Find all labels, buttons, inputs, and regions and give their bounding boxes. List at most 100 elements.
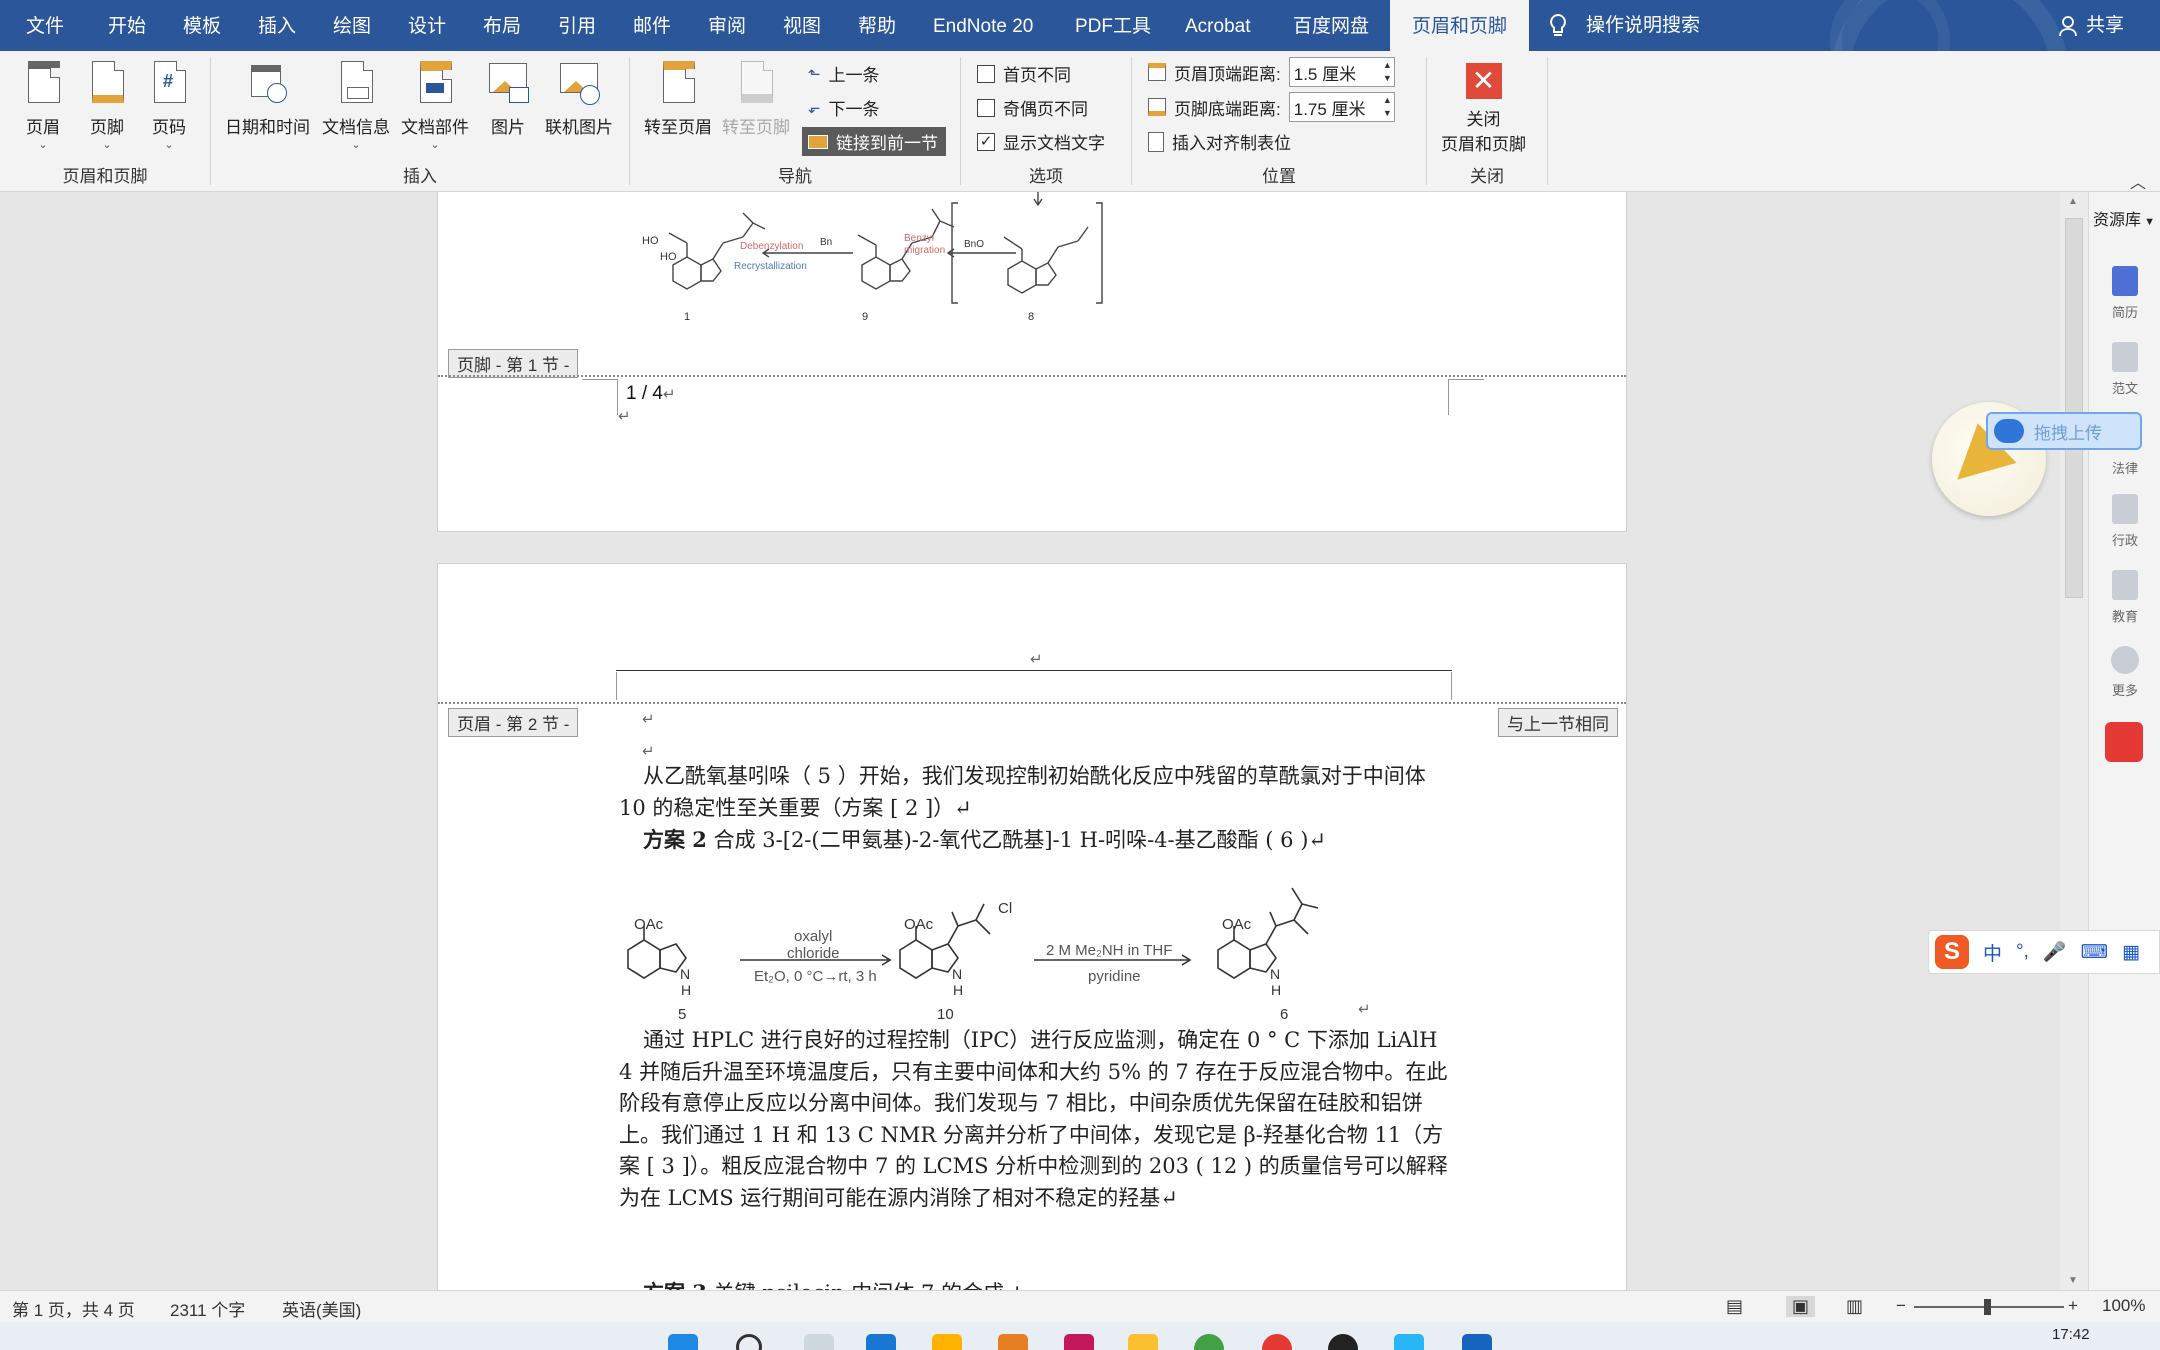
tab-pdf-tools[interactable]: PDF工具 — [1075, 0, 1151, 51]
share-button[interactable]: 共享 — [2058, 0, 2124, 51]
ime-toolbar[interactable]: S 中 °, 🎤 ⌨ ▦ — [1928, 930, 2160, 974]
checkmark-icon[interactable]: ✓ — [977, 132, 995, 151]
sidebar-item-law[interactable]: 法律 — [2089, 458, 2160, 477]
sidebar-item-resume[interactable]: 简历 — [2089, 266, 2160, 321]
ime-mode[interactable]: 中 — [1983, 939, 2002, 966]
show-doc-text-checkbox[interactable]: ✓ 显示文档文字 — [977, 129, 1105, 154]
spinner-arrows-icon[interactable]: ▲ ▼ — [1383, 59, 1392, 85]
zoom-slider[interactable] — [1914, 1299, 2064, 1315]
checkbox-unchecked[interactable] — [977, 64, 995, 83]
tab-templates[interactable]: 模板 — [183, 0, 221, 51]
app-icon[interactable] — [1194, 1334, 1224, 1350]
clock[interactable]: 17:42 — [2052, 1326, 2090, 1343]
red-envelope-icon[interactable] — [2105, 722, 2143, 762]
previous-button[interactable]: ⬑ 上一条 — [808, 61, 880, 86]
page-number-button[interactable]: # 页码 ⌄ — [148, 61, 190, 151]
sidebar-item-sample[interactable]: 范文 — [2089, 342, 2160, 397]
cloud-icon — [1994, 419, 2024, 443]
ime-punctuation[interactable]: °, — [2016, 941, 2029, 963]
sidebar-item-admin[interactable]: 行政 — [2089, 494, 2160, 549]
crop-mark — [1451, 672, 1452, 700]
scrollbar-thumb[interactable] — [2065, 218, 2083, 598]
tab-mailings[interactable]: 邮件 — [633, 0, 671, 51]
widgets-icon[interactable] — [866, 1334, 896, 1350]
tab-baidu-netdisk[interactable]: 百度网盘 — [1293, 0, 1369, 51]
start-icon[interactable] — [668, 1334, 698, 1350]
tab-view[interactable]: 视图 — [783, 0, 821, 51]
app-icon[interactable] — [1328, 1334, 1358, 1350]
compound-number: 9 — [862, 311, 869, 323]
tab-layout[interactable]: 布局 — [483, 0, 521, 51]
print-layout-icon[interactable]: ▣ — [1786, 1296, 1816, 1317]
tab-review[interactable]: 审阅 — [708, 0, 746, 51]
read-mode-icon[interactable]: ▤ — [1726, 1296, 1743, 1317]
tab-references[interactable]: 引用 — [558, 0, 596, 51]
tab-endnote[interactable]: EndNote 20 — [933, 0, 1033, 51]
paragraph-mark-icon: ↵ — [1358, 1001, 1371, 1018]
close-header-footer-button[interactable]: ✕ 关闭 页眉和页脚 — [1441, 63, 1526, 155]
spinner-arrows-icon[interactable]: ▲ ▼ — [1383, 94, 1392, 120]
zoom-out-icon[interactable]: − — [1896, 1296, 1906, 1316]
different-odd-even-checkbox[interactable]: 奇偶页不同 — [977, 95, 1088, 120]
body-paragraph-2[interactable]: 通过 HPLC 进行良好的过程控制（IPC）进行反应监测，确定在 0 ° C 下… — [619, 1025, 1449, 1214]
web-layout-icon[interactable]: ▥ — [1846, 1296, 1863, 1317]
tab-help[interactable]: 帮助 — [858, 0, 896, 51]
tab-design[interactable]: 设计 — [408, 0, 446, 51]
page-count-status[interactable]: 第 1 页，共 4 页 — [12, 1296, 135, 1321]
scheme-3-caption[interactable]: 方案 3 关键 psilocin 中间体 7 的合成↵ — [619, 1277, 1449, 1290]
tab-file[interactable]: 文件 — [26, 0, 64, 51]
checkbox-unchecked[interactable] — [977, 98, 995, 117]
scroll-up-icon[interactable]: ▲ — [2068, 196, 2078, 207]
header-button[interactable]: 页眉 ⌄ — [22, 61, 64, 151]
app-icon[interactable] — [1064, 1334, 1094, 1350]
tab-header-footer[interactable]: 页眉和页脚 — [1390, 0, 1530, 51]
language-status[interactable]: 英语(美国) — [282, 1296, 361, 1321]
sidebar-item-label: 法律 — [2111, 461, 2138, 476]
online-picture-button[interactable]: 联机图片 — [545, 61, 613, 138]
app-icon[interactable] — [998, 1334, 1028, 1350]
app-icon[interactable] — [1394, 1334, 1424, 1350]
app-icon[interactable] — [932, 1334, 962, 1350]
header-top-distance-input[interactable]: 1.5 厘米 ▲ ▼ — [1288, 57, 1395, 87]
tab-draw[interactable]: 绘图 — [333, 0, 371, 51]
doc-parts-button[interactable]: 文档部件 ⌄ — [401, 61, 469, 151]
goto-footer-button[interactable]: 转至页脚 — [722, 61, 790, 138]
footer-bottom-distance-input[interactable]: 1.75 厘米 ▲ ▼ — [1288, 92, 1395, 122]
word-count-status[interactable]: 2311 个字 — [170, 1296, 245, 1321]
sidebar-item-more[interactable]: 更多 — [2089, 646, 2160, 699]
collapse-ribbon-icon[interactable]: ︿ — [2130, 169, 2146, 193]
microphone-icon[interactable]: 🎤 — [2043, 940, 2067, 964]
scheme-2-caption[interactable]: 方案 2 合成 3-[2-(二甲氨基)-2-氧代乙酰基]-1 H-吲哚-4-基乙… — [619, 824, 1449, 857]
keyboard-icon[interactable]: ⌨ — [2081, 941, 2108, 964]
zoom-level[interactable]: 100% — [2102, 1296, 2145, 1316]
zoom-in-icon[interactable]: + — [2068, 1296, 2078, 1316]
footer-button[interactable]: 页脚 ⌄ — [86, 61, 128, 151]
zoom-slider-thumb[interactable] — [1984, 1299, 1991, 1315]
footer-page-number[interactable]: 1 / 4↵ — [626, 383, 676, 405]
search-icon[interactable] — [736, 1334, 762, 1350]
picture-button[interactable]: 图片 — [487, 61, 529, 138]
doc-info-button[interactable]: 文档信息 ⌄ — [322, 61, 390, 151]
scheme-text: H — [953, 982, 964, 998]
drag-upload-button[interactable]: 拖拽上传 — [1986, 412, 2142, 450]
grid-menu-icon[interactable]: ▦ — [2122, 941, 2140, 964]
scroll-down-icon[interactable]: ▼ — [2068, 1275, 2078, 1286]
folder-icon[interactable] — [1128, 1334, 1158, 1350]
tab-acrobat[interactable]: Acrobat — [1185, 0, 1250, 51]
tab-home[interactable]: 开始 — [108, 0, 146, 51]
next-button[interactable]: ⬐ 下一条 — [808, 95, 880, 120]
body-paragraph-1[interactable]: 从乙酰氧基吲哚（ 5 ）开始，我们发现控制初始酰化反应中残留的草酰氯对于中间体 … — [619, 761, 1449, 824]
goto-header-button[interactable]: 转至页眉 — [644, 61, 712, 138]
word-app-icon[interactable] — [1462, 1334, 1492, 1350]
link-to-previous-button[interactable]: 链接到前一节 — [802, 127, 946, 156]
resource-library-dropdown[interactable]: 资源库 ▼ — [2093, 206, 2155, 230]
app-icon[interactable] — [1262, 1334, 1292, 1350]
different-first-page-checkbox[interactable]: 首页不同 — [977, 61, 1071, 86]
insert-align-tab-button[interactable]: 插入对齐制表位 — [1148, 129, 1291, 154]
vertical-scrollbar[interactable]: ▲ ▼ — [2060, 192, 2088, 1290]
task-view-icon[interactable] — [804, 1334, 834, 1350]
tell-me-search[interactable]: 操作说明搜索 — [1548, 0, 1700, 51]
date-time-button[interactable]: 日期和时间 — [225, 61, 310, 138]
tab-insert[interactable]: 插入 — [258, 0, 296, 51]
sidebar-item-education[interactable]: 教育 — [2089, 570, 2160, 625]
